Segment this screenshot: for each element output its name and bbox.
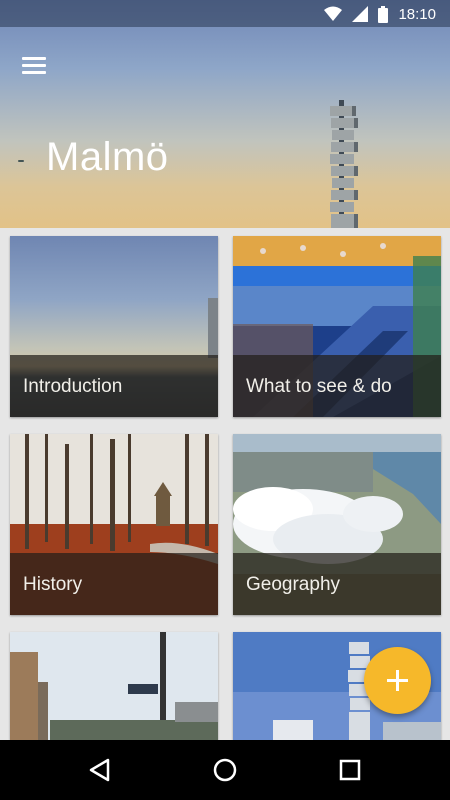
card-caption: Introduction — [10, 355, 218, 417]
home-icon[interactable] — [209, 754, 241, 786]
card-geography[interactable]: Geography — [233, 434, 441, 615]
card-label: What to see & do — [246, 376, 392, 397]
back-icon[interactable] — [84, 754, 116, 786]
system-navigation-bar — [0, 740, 450, 800]
page-title: Malmö — [46, 135, 169, 179]
card-caption: What to see & do — [233, 355, 441, 417]
status-time: 18:10 — [398, 5, 436, 23]
wifi-icon — [324, 6, 343, 21]
card-history[interactable]: History — [10, 434, 218, 615]
cell-signal-icon — [352, 6, 369, 22]
battery-icon — [378, 5, 389, 23]
card-label: Introduction — [23, 376, 123, 397]
turning-torso-tower — [330, 100, 358, 228]
add-button[interactable] — [364, 647, 431, 714]
card-caption: Geography — [233, 553, 441, 615]
plus-icon — [387, 670, 408, 691]
menu-icon-bar — [22, 64, 46, 67]
status-bar: 18:10 — [0, 0, 450, 27]
card-city-street[interactable] — [10, 632, 218, 740]
card-label: Geography — [246, 574, 341, 595]
tower-silhouette — [208, 298, 218, 358]
menu-button[interactable] — [20, 53, 50, 77]
recents-icon[interactable] — [334, 754, 366, 786]
header-hero-image: Malmö — [0, 0, 450, 228]
card-what-to-see-and-do[interactable]: What to see & do — [233, 236, 441, 417]
city-street-photo — [10, 632, 218, 740]
card-introduction[interactable]: Introduction — [10, 236, 218, 417]
card-caption: History — [10, 553, 218, 615]
menu-icon-bar — [22, 71, 46, 74]
bird — [18, 160, 24, 162]
menu-icon — [22, 57, 46, 60]
card-label: History — [23, 574, 83, 595]
